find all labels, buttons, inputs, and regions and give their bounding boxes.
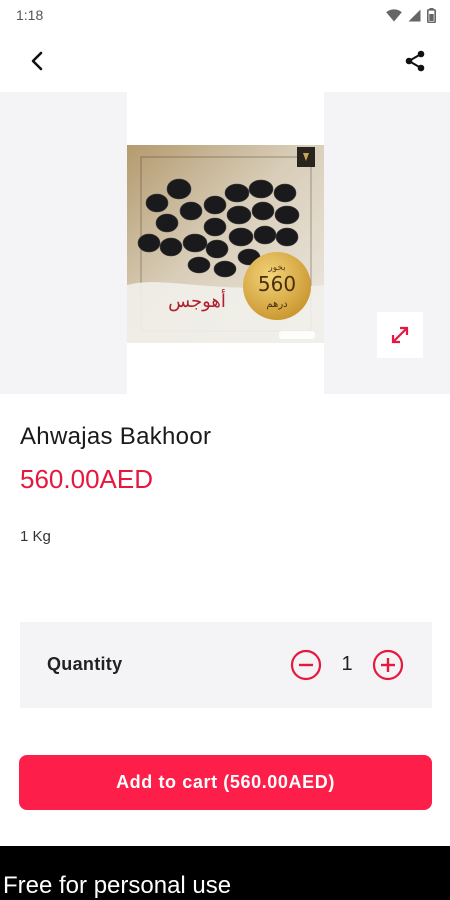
status-bar: 1:18 bbox=[0, 0, 450, 30]
wifi-icon bbox=[386, 8, 402, 21]
share-button[interactable] bbox=[400, 46, 430, 76]
back-button[interactable] bbox=[22, 46, 52, 76]
product-title: Ahwajas Bakhoor bbox=[20, 423, 212, 450]
product-image[interactable]: بخور 560 درهم أهوجس bbox=[127, 145, 324, 343]
status-time: 1:18 bbox=[16, 7, 44, 23]
quantity-panel: Quantity 1 bbox=[20, 622, 432, 708]
coin-price-text: 560 bbox=[258, 272, 296, 296]
add-to-cart-button[interactable]: Add to cart (560.00AED) bbox=[19, 755, 432, 810]
quantity-label: Quantity bbox=[47, 654, 123, 674]
decrease-quantity-button[interactable] bbox=[290, 649, 322, 681]
plus-circle-icon bbox=[372, 649, 404, 681]
minus-circle-icon bbox=[290, 649, 322, 681]
product-gallery[interactable]: بخور 560 درهم أهوجس bbox=[0, 92, 450, 394]
signal-icon bbox=[408, 9, 421, 21]
status-icons bbox=[386, 7, 436, 23]
expand-icon bbox=[391, 326, 409, 344]
coin-unit-text: درهم bbox=[266, 299, 287, 310]
product-photo: بخور 560 درهم أهوجس bbox=[127, 145, 324, 343]
app-bar bbox=[0, 30, 450, 92]
back-arrow-icon bbox=[31, 51, 43, 71]
share-icon bbox=[405, 50, 425, 72]
battery-icon bbox=[427, 7, 436, 23]
increase-quantity-button[interactable] bbox=[372, 649, 404, 681]
product-weight: 1 Kg bbox=[20, 528, 51, 545]
product-price: 560.00AED bbox=[20, 464, 153, 494]
watermark-bar: Free for personal use bbox=[0, 846, 450, 900]
quantity-value: 1 bbox=[341, 653, 353, 675]
gallery-card: بخور 560 درهم أهوجس bbox=[127, 92, 324, 394]
arabic-product-name: أهوجس bbox=[168, 289, 226, 312]
expand-image-button[interactable] bbox=[377, 312, 423, 358]
watermark-text: Free for personal use bbox=[3, 872, 232, 899]
